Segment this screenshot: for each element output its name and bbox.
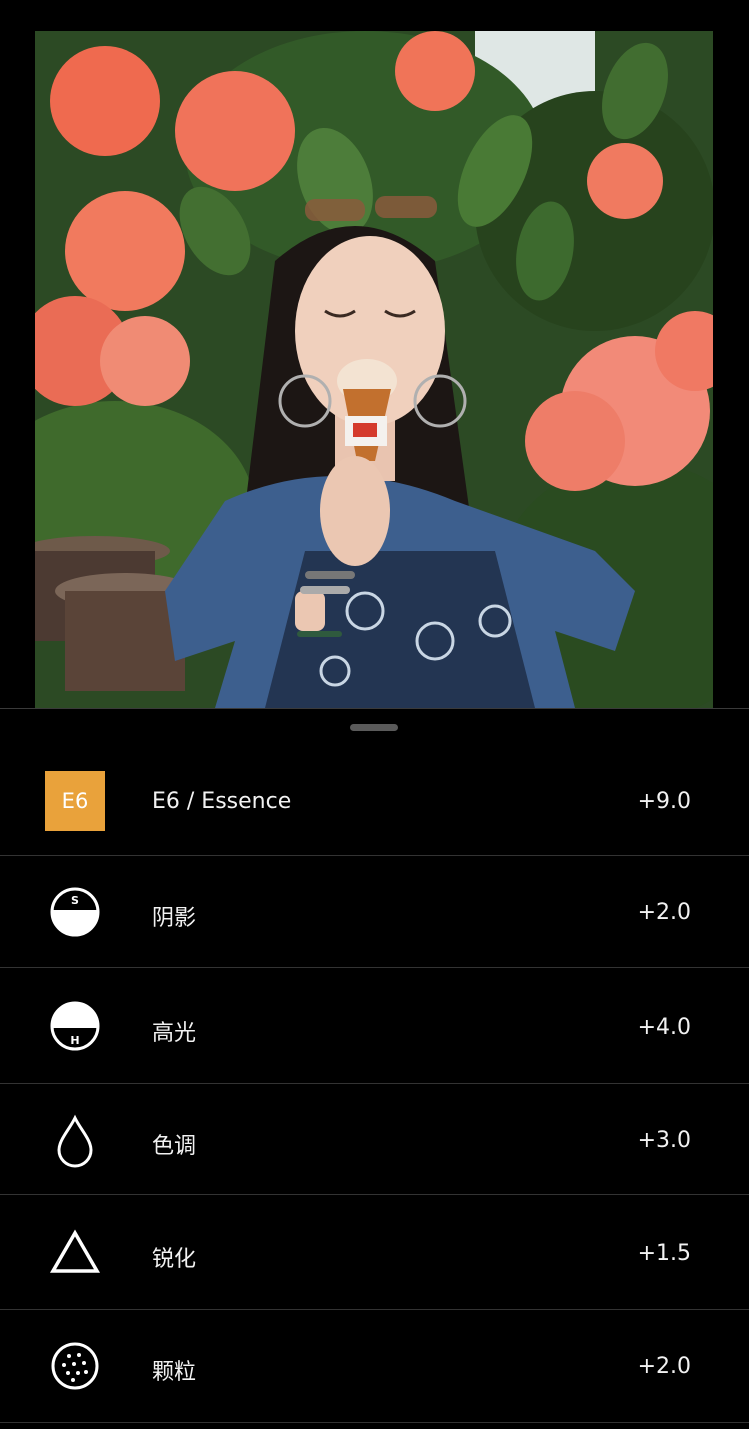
adjustment-value: +2.0 (637, 900, 691, 925)
adjustment-label: 锐化 (152, 1247, 197, 1272)
adjustment-row-highlights[interactable]: H 高光 +4.0 (0, 968, 749, 1084)
svg-text:H: H (70, 1034, 79, 1047)
svg-text:S: S (71, 894, 79, 907)
triangle-icon (45, 1223, 105, 1283)
photo-canvas (0, 0, 749, 708)
adjustment-value: +4.0 (637, 1015, 691, 1040)
adjustment-row-preset[interactable]: E6 E6 / Essence +9.0 (0, 745, 749, 856)
adjustment-row-tint[interactable]: 色调 +3.0 (0, 1084, 749, 1195)
shadows-icon: S (45, 882, 105, 942)
adjustment-label: 色调 (152, 1134, 197, 1159)
adjustment-row-shadows[interactable]: S 阴影 +2.0 (0, 856, 749, 968)
adjustment-label: 颗粒 (152, 1360, 197, 1385)
adjustments-panel: E6 E6 / Essence +9.0 S 阴影 +2.0 H 高光 +4.0… (0, 708, 749, 1429)
adjustment-value: +3.0 (637, 1128, 691, 1153)
highlights-icon: H (45, 996, 105, 1056)
adjustment-row-sharpen[interactable]: 锐化 +1.5 (0, 1195, 749, 1310)
adjustment-label: 高光 (152, 1021, 197, 1046)
drop-icon (45, 1110, 105, 1170)
drag-handle[interactable] (350, 724, 398, 731)
adjustment-row-grain[interactable]: 颗粒 +2.0 (0, 1310, 749, 1423)
adjustment-value: +9.0 (637, 789, 691, 814)
photo-preview[interactable] (35, 31, 713, 708)
adjustment-label: 阴影 (152, 906, 197, 931)
grain-icon (45, 1336, 105, 1396)
adjustment-value: +1.5 (637, 1241, 691, 1266)
adjustment-value: +2.0 (637, 1354, 691, 1379)
preset-badge: E6 (45, 771, 105, 831)
adjustment-label: E6 / Essence (152, 789, 292, 814)
